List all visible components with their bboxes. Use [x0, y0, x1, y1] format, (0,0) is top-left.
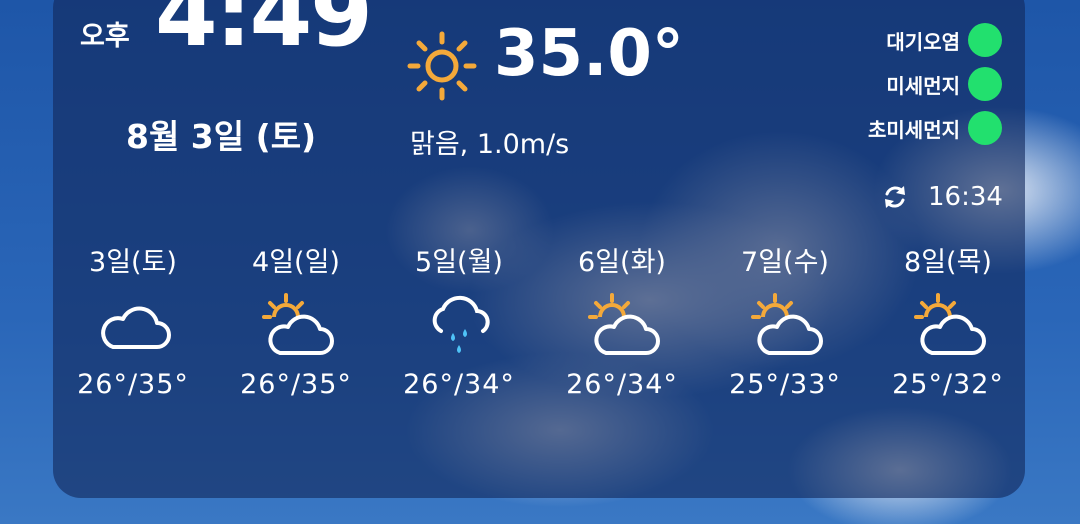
- fine-dust-status-dot: [968, 67, 1002, 101]
- current-condition: 맑음, 1.0m/s: [410, 129, 570, 160]
- partly-cloudy-icon: [751, 293, 823, 355]
- clock-time: 4:49: [155, 0, 373, 67]
- ampm-label: 오후: [80, 21, 130, 52]
- forecast-temp-range: 25°/33°: [729, 369, 841, 400]
- forecast-day: 3일(토) 26°/35°: [58, 240, 208, 400]
- forecast-temp-range: 25°/32°: [892, 369, 1004, 400]
- air-quality-label: 대기오염: [886, 29, 960, 54]
- forecast-day: 6일(화) 26°/34°: [547, 240, 697, 400]
- forecast-day: 5일(월) 26°/34°: [384, 240, 534, 400]
- forecast-date: 5일(월): [415, 247, 503, 278]
- partly-cloudy-icon: [914, 293, 986, 355]
- forecast-date: 4일(일): [252, 247, 340, 278]
- partly-cloudy-icon: [262, 293, 334, 355]
- forecast-date: 8일(목): [904, 247, 992, 278]
- forecast-temp-range: 26°/34°: [566, 369, 678, 400]
- forecast-temp-range: 26°/34°: [403, 369, 515, 400]
- forecast-date: 6일(화): [578, 247, 666, 278]
- current-temperature: 35.0°: [494, 17, 684, 91]
- air-quality-label: 미세먼지: [886, 73, 960, 98]
- sun-icon: [407, 31, 477, 101]
- cloud-icon: [101, 306, 171, 349]
- forecast-date: 3일(토): [89, 247, 177, 278]
- clock-date: 8월 3일 (토): [126, 117, 317, 156]
- forecast-temp-range: 26°/35°: [77, 369, 189, 400]
- forecast-day: 7일(수) 25°/33°: [710, 240, 860, 400]
- forecast-day: 8일(목) 25°/32°: [873, 240, 1023, 400]
- forecast-date: 7일(수): [741, 247, 829, 278]
- air-quality-label: 초미세먼지: [868, 117, 960, 142]
- refresh-icon[interactable]: [880, 182, 910, 212]
- forecast-day: 4일(일) 26°/35°: [221, 240, 371, 400]
- partly-cloudy-icon: [588, 293, 660, 355]
- ultrafine-dust-row: 초미세먼지: [782, 108, 1002, 148]
- air-pollution-row: 대기오염: [782, 20, 1002, 60]
- fine-dust-row: 미세먼지: [782, 64, 1002, 104]
- ultrafine-dust-status-dot: [968, 111, 1002, 145]
- air-pollution-status-dot: [968, 23, 1002, 57]
- last-updated-time: 16:34: [928, 182, 1003, 212]
- rain-cloud-icon: [432, 295, 490, 353]
- forecast-temp-range: 26°/35°: [240, 369, 352, 400]
